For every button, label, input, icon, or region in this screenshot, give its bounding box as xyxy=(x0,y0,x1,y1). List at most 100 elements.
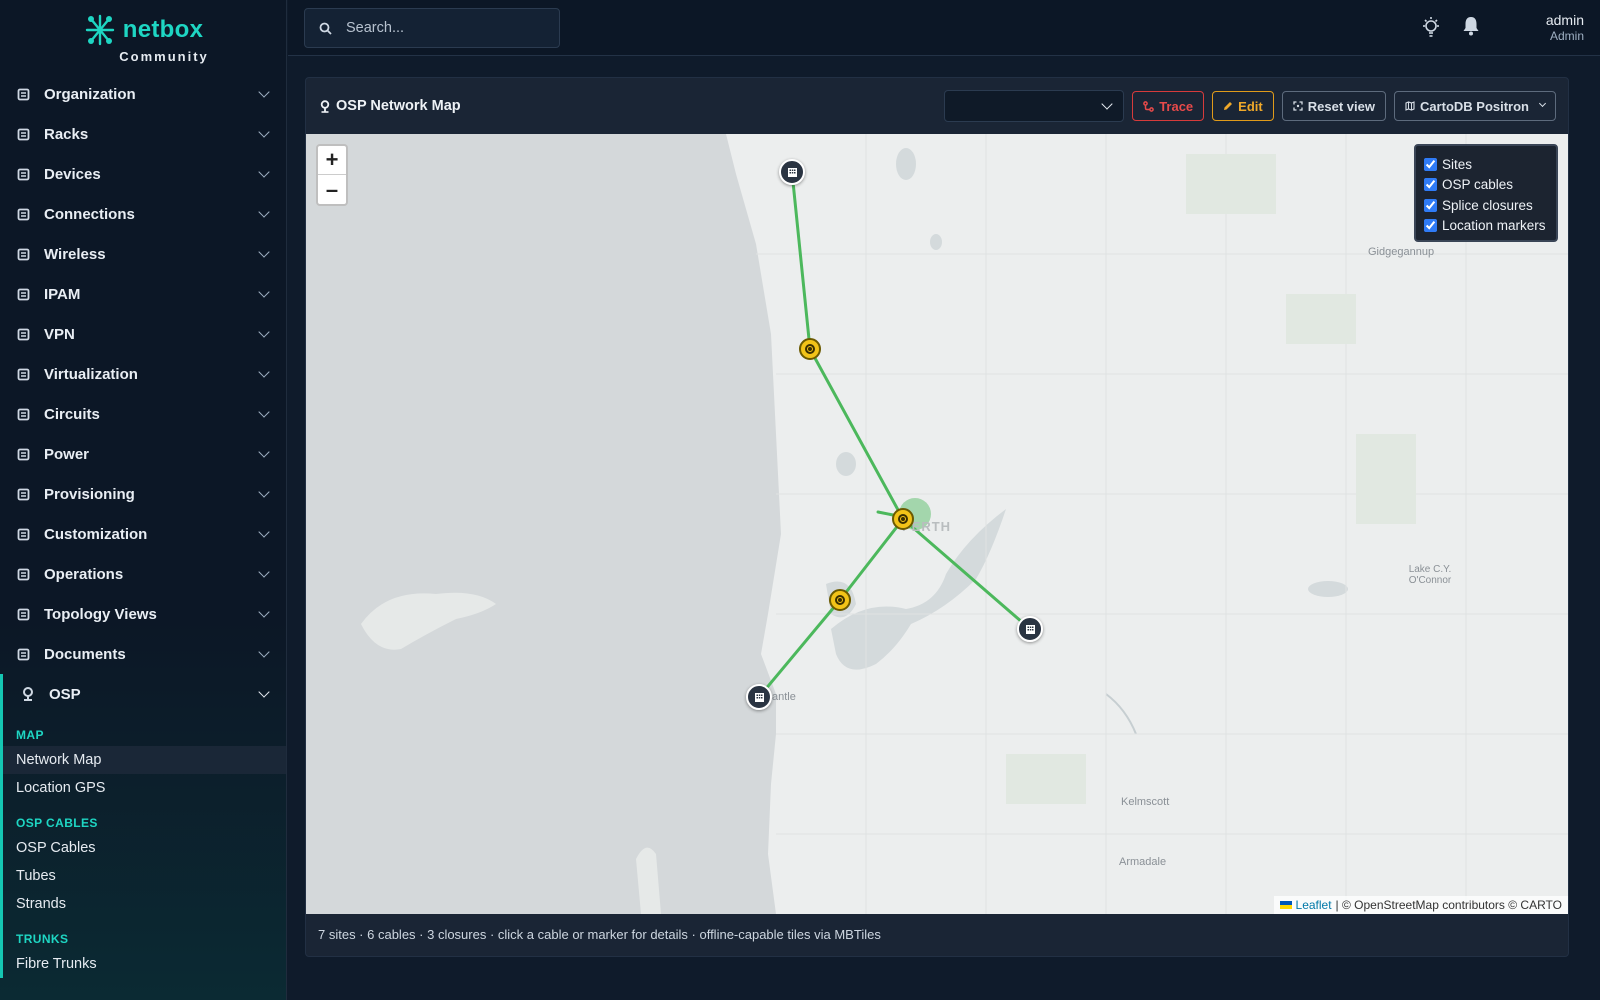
map-label-lake: Lake C.Y. O'Connor xyxy=(1408,564,1452,586)
nav-item-label: Organization xyxy=(44,85,136,103)
layer-control: Sites OSP cables Splice closures Location m… xyxy=(1414,144,1558,242)
nav-item-operations[interactable]: Operations xyxy=(0,554,286,594)
layer-toggle-osp-cables[interactable]: OSP cables xyxy=(1424,175,1548,196)
server-icon xyxy=(16,167,30,181)
nav-item-racks[interactable]: Racks xyxy=(0,114,286,154)
nav-item-circuits[interactable]: Circuits xyxy=(0,394,286,434)
chevron-down-icon xyxy=(258,206,270,218)
submenu-item-location-gps[interactable]: Location GPS xyxy=(3,774,286,802)
nav-item-label: IPAM xyxy=(44,285,81,303)
nav-item-organization[interactable]: Organization xyxy=(0,74,286,114)
submenu-item-fibre-trunks[interactable]: Fibre Trunks xyxy=(3,950,286,978)
reset-view-button[interactable]: Reset view xyxy=(1281,91,1386,121)
nav-item-label: Documents xyxy=(44,645,126,663)
user-menu[interactable]: admin Admin xyxy=(1546,12,1584,43)
card-title-text: OSP Network Map xyxy=(336,98,461,114)
nav-item-label: Devices xyxy=(44,165,101,183)
layer-checkbox[interactable] xyxy=(1424,178,1437,192)
site-marker[interactable] xyxy=(779,159,805,185)
submenu-item-osp-cables[interactable]: OSP Cables xyxy=(3,834,286,862)
layer-checkbox[interactable] xyxy=(1424,157,1437,171)
splice-closure-marker[interactable] xyxy=(799,338,821,360)
nav-item-virtualization[interactable]: Virtualization xyxy=(0,354,286,394)
pencil-icon xyxy=(1224,102,1233,110)
brand-name: netbox xyxy=(122,15,204,43)
building-icon xyxy=(787,167,797,177)
trace-button[interactable]: Trace xyxy=(1132,91,1205,121)
nav-item-devices[interactable]: Devices xyxy=(0,154,286,194)
layer-toggle-splice-closures[interactable]: Splice closures xyxy=(1424,195,1548,216)
sidebar: netbox Community Organization Racks Device… xyxy=(0,0,287,1000)
building-icon xyxy=(754,692,764,702)
map-label-gidgegannup: Gidgegannup xyxy=(1368,246,1435,258)
nav-item-customization[interactable]: Customization xyxy=(0,514,286,554)
netbox-logo-icon xyxy=(85,14,114,45)
layer-checkbox[interactable] xyxy=(1424,219,1437,233)
layer-toggle-sites[interactable]: Sites xyxy=(1424,154,1548,175)
map-canvas[interactable]: Gidgegannup PERTH Lake C.Y. O'Connor Kel… xyxy=(306,134,1568,914)
monitor-icon xyxy=(16,367,30,381)
file-icon xyxy=(16,487,30,501)
nav-item-provisioning[interactable]: Provisioning xyxy=(0,474,286,514)
tile-layer-label: CartoDB Positron xyxy=(1419,98,1529,114)
organization-icon xyxy=(16,87,30,101)
nav-item-label: Connections xyxy=(44,205,135,223)
nav-item-label: VPN xyxy=(44,325,75,343)
zoom-out-button[interactable]: – xyxy=(318,175,346,204)
chevron-down-icon xyxy=(258,646,270,658)
chevron-down-icon xyxy=(258,166,270,178)
brand-logo[interactable]: netbox Community xyxy=(0,0,286,70)
toolbox-icon xyxy=(16,527,30,541)
chevron-down-icon xyxy=(258,86,270,98)
submenu-item-network-map[interactable]: Network Map xyxy=(3,746,286,774)
leaflet-link[interactable]: Leaflet xyxy=(1296,898,1332,912)
nav-menu: Organization Racks Devices Connections Wirel… xyxy=(0,74,286,674)
nav-item-topology-views[interactable]: Topology Views xyxy=(0,594,286,634)
closure-icon xyxy=(805,344,815,354)
chevron-down-icon xyxy=(1101,98,1113,110)
cable-select-dropdown[interactable] xyxy=(944,90,1125,122)
nav-item-osp[interactable]: OSP xyxy=(0,674,286,714)
site-marker[interactable] xyxy=(1017,616,1043,642)
layer-label: Sites xyxy=(1442,156,1473,172)
splice-closure-marker[interactable] xyxy=(892,508,914,530)
chevron-down-icon xyxy=(258,486,270,498)
nav-item-wireless[interactable]: Wireless xyxy=(0,234,286,274)
card-title: OSP Network Map xyxy=(320,98,461,114)
search-input[interactable] xyxy=(346,20,536,36)
closure-icon xyxy=(835,595,845,605)
splice-closure-marker[interactable] xyxy=(829,589,851,611)
chevron-down-icon xyxy=(258,246,270,258)
nav-item-ipam[interactable]: IPAM xyxy=(0,274,286,314)
nav-item-label: Racks xyxy=(44,125,89,143)
map-label-armadale: Armadale xyxy=(1119,856,1167,868)
nav-item-connections[interactable]: Connections xyxy=(0,194,286,234)
circuit-icon xyxy=(16,407,30,421)
notifications-bell-icon[interactable] xyxy=(1462,16,1480,36)
search-box[interactable] xyxy=(304,8,560,48)
nav-item-documents[interactable]: Documents xyxy=(0,634,286,674)
map-label-fremantle: antle xyxy=(772,691,796,703)
closure-icon xyxy=(898,514,908,524)
submenu-item-tubes[interactable]: Tubes xyxy=(3,862,286,890)
layer-toggle-location-markers[interactable]: Location markers xyxy=(1424,216,1548,237)
edit-button[interactable]: Edit xyxy=(1212,91,1274,121)
trace-label: Trace xyxy=(1159,98,1194,114)
zoom-in-button[interactable]: + xyxy=(318,146,346,175)
nav-item-vpn[interactable]: VPN xyxy=(0,314,286,354)
nav-item-label: Customization xyxy=(44,525,148,543)
plug-icon xyxy=(16,207,30,221)
trace-icon xyxy=(1143,100,1155,112)
site-marker[interactable] xyxy=(746,684,772,710)
theme-lightbulb-icon[interactable] xyxy=(1422,16,1440,38)
tile-layer-dropdown[interactable]: CartoDB Positron xyxy=(1393,91,1556,121)
caret-down-icon xyxy=(1538,99,1547,107)
chevron-down-icon xyxy=(258,606,270,618)
vpn-icon xyxy=(16,327,30,341)
map-label-kelmscott: Kelmscott xyxy=(1121,796,1170,808)
osp-pin-icon xyxy=(21,687,35,701)
submenu-item-strands[interactable]: Strands xyxy=(3,890,286,918)
nav-item-power[interactable]: Power xyxy=(0,434,286,474)
layer-label: Location markers xyxy=(1442,218,1546,234)
layer-checkbox[interactable] xyxy=(1424,198,1437,212)
